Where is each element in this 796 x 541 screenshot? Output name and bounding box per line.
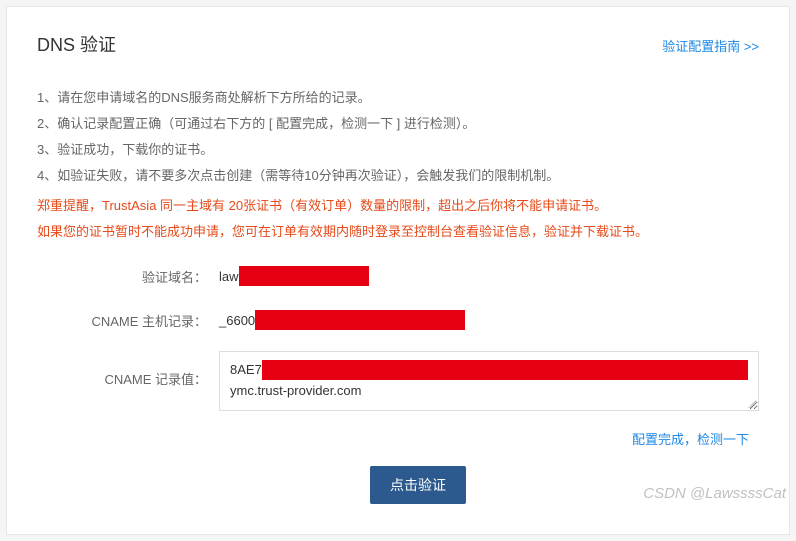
button-row: 点击验证 xyxy=(77,466,759,504)
domain-value: law xyxy=(207,263,759,289)
cname-host-row: CNAME 主机记录： _6600 xyxy=(77,307,759,333)
instruction-item: 4、如验证失败，请不要多次点击创建（需等待10分钟再次验证），会触发我们的限制机… xyxy=(37,163,759,189)
guide-link[interactable]: 验证配置指南 >> xyxy=(662,36,759,55)
cname-value-textarea[interactable]: 8AE7 ymc.trust-provider.com xyxy=(219,351,759,411)
domain-row: 验证域名： law xyxy=(77,263,759,289)
verify-button[interactable]: 点击验证 xyxy=(370,466,466,504)
redacted-block xyxy=(255,310,465,330)
cname-value-row: CNAME 记录值： 8AE7 ymc.trust-provider.com xyxy=(77,351,759,411)
redacted-block xyxy=(239,266,369,286)
page-title: DNS 验证 xyxy=(37,31,116,57)
cname-value-line1: 8AE7 xyxy=(230,360,748,381)
form-area: 验证域名： law CNAME 主机记录： _6600 CNAME 记录值： 8… xyxy=(37,263,759,504)
cname-host-value: _6600 xyxy=(207,307,759,333)
warning-line: 如果您的证书暂时不能成功申请，您可在订单有效期内随时登录至控制台查看验证信息，验… xyxy=(37,219,759,245)
cname-value-label: CNAME 记录值： xyxy=(77,351,207,388)
cname-value-line2: ymc.trust-provider.com xyxy=(230,381,748,402)
cname-value-wrapper: 8AE7 ymc.trust-provider.com xyxy=(207,351,759,411)
domain-prefix: law xyxy=(219,269,239,284)
redacted-block xyxy=(262,360,748,380)
cname-value-prefix: 8AE7 xyxy=(230,360,262,381)
instruction-item: 2、确认记录配置正确（可通过右下方的 [ 配置完成，检测一下 ] 进行检测）。 xyxy=(37,111,759,137)
cname-host-prefix: _6600 xyxy=(219,313,255,328)
instruction-list: 1、请在您申请域名的DNS服务商处解析下方所给的记录。 2、确认记录配置正确（可… xyxy=(37,85,759,189)
domain-label: 验证域名： xyxy=(77,263,207,286)
warning-block: 郑重提醒，TrustAsia 同一主域有 20张证书（有效订单）数量的限制，超出… xyxy=(37,193,759,245)
header: DNS 验证 验证配置指南 >> xyxy=(37,31,759,57)
dns-verify-card: DNS 验证 验证配置指南 >> 1、请在您申请域名的DNS服务商处解析下方所给… xyxy=(6,6,790,535)
instruction-item: 3、验证成功，下载你的证书。 xyxy=(37,137,759,163)
warning-line: 郑重提醒，TrustAsia 同一主域有 20张证书（有效订单）数量的限制，超出… xyxy=(37,193,759,219)
check-config-link[interactable]: 配置完成，检测一下 xyxy=(77,429,759,448)
cname-host-label: CNAME 主机记录： xyxy=(77,307,207,330)
instruction-item: 1、请在您申请域名的DNS服务商处解析下方所给的记录。 xyxy=(37,85,759,111)
